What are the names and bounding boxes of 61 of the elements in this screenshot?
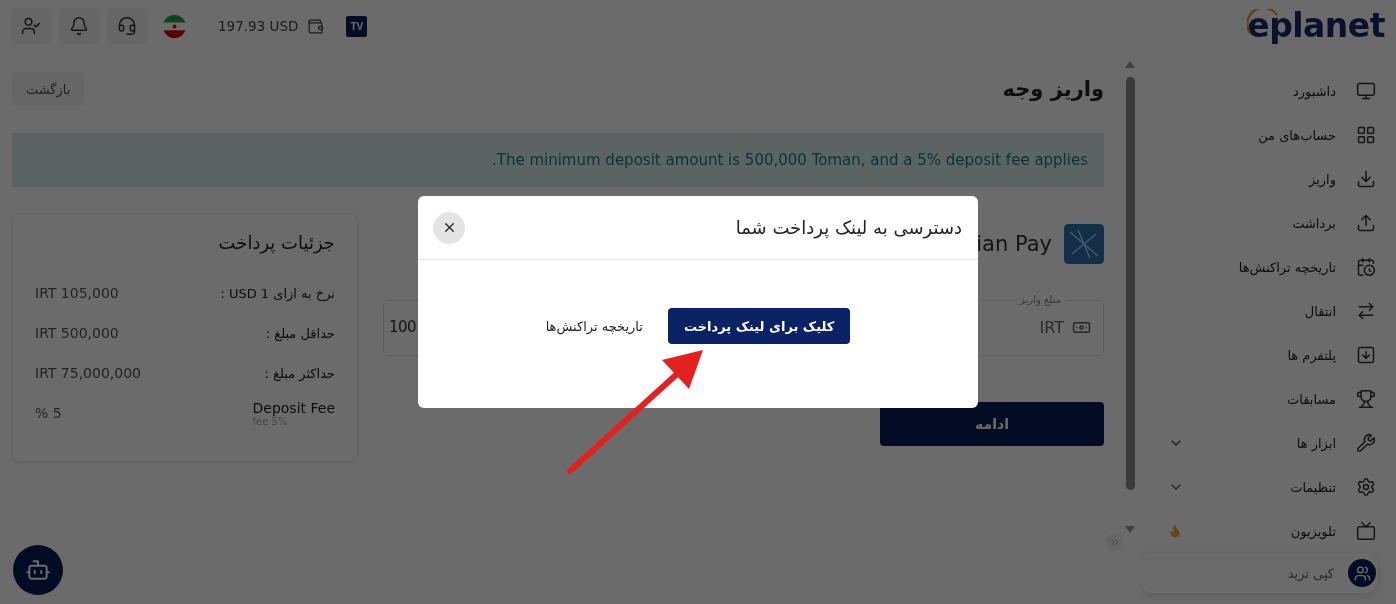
detail-label: حداقل مبلغ :: [265, 325, 335, 341]
profile-button[interactable]: [11, 8, 51, 44]
users-icon: [1348, 559, 1376, 587]
scrollbar-thumb[interactable]: [1125, 77, 1135, 490]
continue-button[interactable]: ادامه: [880, 402, 1104, 446]
sidebar-item[interactable]: مسابقات: [1140, 377, 1396, 421]
support-button[interactable]: [107, 8, 147, 44]
monitor-icon: [1356, 81, 1376, 101]
trophy-icon: [1356, 389, 1376, 409]
detail-value: IRT 75,000,000: [35, 365, 141, 381]
wallet-icon[interactable]: [307, 17, 325, 35]
user-check-icon: [21, 16, 41, 36]
sidebar-item[interactable]: ابزار ها: [1140, 421, 1396, 465]
detail-value: IRT 105,000: [35, 285, 119, 301]
sidebar-item[interactable]: تنظیمات: [1140, 465, 1396, 509]
sidebar-item[interactable]: حساب‌های من: [1140, 113, 1396, 157]
detail-value: IRT 500,000: [35, 325, 119, 341]
scroll-down-icon[interactable]: [1125, 526, 1135, 533]
tv-button[interactable]: TV: [346, 15, 368, 37]
sidebar-item[interactable]: تلویزیون: [1140, 509, 1396, 553]
sidebar-item[interactable]: واریز: [1140, 157, 1396, 201]
sidebar-item[interactable]: انتقال: [1140, 289, 1396, 333]
tv-icon: [1356, 521, 1376, 541]
brand-logo[interactable]: eplanet: [1247, 7, 1385, 45]
detail-label: نرخ به ازای 1 USD :: [220, 285, 335, 301]
gateway-name: ian Pay: [976, 232, 1052, 256]
card-title: جزئیات پرداخت: [217, 231, 335, 256]
sidebar-item[interactable]: تاریخچه تراکنش‌ها: [1140, 245, 1396, 289]
detail-label: Deposit Fee: [252, 399, 335, 416]
bell-icon: [69, 16, 89, 36]
detail-value: % 5: [35, 405, 62, 421]
account-balance: 197.93 USD: [218, 18, 299, 34]
currency-label: IRT: [1039, 317, 1064, 337]
payment-link-button[interactable]: کلیک برای لینک پرداخت: [667, 308, 851, 344]
transfer-arrows-icon: [1356, 301, 1376, 321]
upload-icon: [1356, 213, 1376, 233]
notice-banner: .The minimum deposit amount is 500,000 Toman, and a 5% deposit fee applies: [12, 133, 1104, 187]
amount-input[interactable]: 100: [389, 318, 417, 336]
payment-logo-icon: [1064, 224, 1104, 264]
flag-icon[interactable]: [163, 14, 186, 38]
close-button[interactable]: [433, 211, 465, 244]
robot-icon: [25, 557, 51, 583]
scroll-up-icon[interactable]: [1125, 61, 1135, 68]
sidebar-item[interactable]: برداشت: [1140, 201, 1396, 245]
headset-icon: [117, 16, 137, 36]
calendar-clock-icon: [1356, 257, 1376, 277]
detail-label: حداکثر مبلغ :: [264, 365, 335, 381]
sidebar-item[interactable]: داشبورد: [1140, 69, 1396, 113]
download-icon: [1356, 169, 1376, 189]
sidebar-item[interactable]: کپی ترید: [1140, 553, 1378, 593]
download-box-icon: [1356, 345, 1376, 365]
modal-title: دسترسی به لینک پرداخت شما: [735, 217, 962, 238]
grid-icon: [1356, 125, 1376, 145]
settings-icon: [1356, 477, 1376, 497]
wrench-icon: [1356, 433, 1376, 453]
back-button[interactable]: بازگشت: [12, 72, 85, 106]
double-chevron-icon: [1109, 536, 1121, 548]
notifications-button[interactable]: [59, 8, 99, 44]
sidebar-item[interactable]: پلتفرم ها: [1140, 333, 1396, 377]
transaction-history-link[interactable]: تاریخچه تراکنش‌ها: [545, 308, 643, 344]
page-title: واریز وجه: [1002, 77, 1104, 101]
